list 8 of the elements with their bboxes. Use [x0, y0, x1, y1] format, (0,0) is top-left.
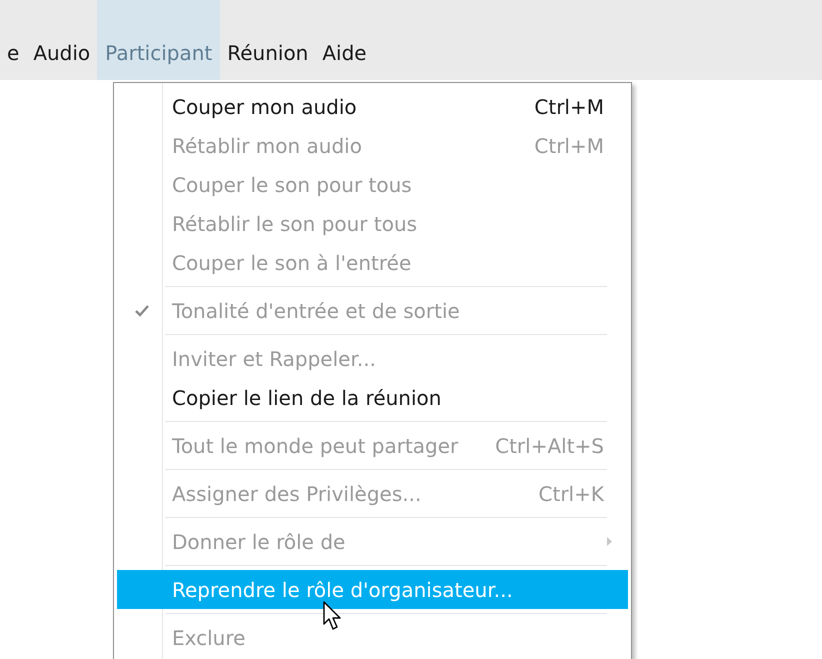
menu-bar-item[interactable]: Réunion	[220, 0, 316, 80]
mouse-pointer-icon	[323, 601, 343, 631]
menu-bar-item[interactable]: Audio	[26, 0, 98, 80]
menu-item[interactable]: Couper mon audio Ctrl+M	[117, 87, 628, 126]
menu-bar-item[interactable]: Participant	[97, 0, 220, 80]
menu-bar-item[interactable]: Aide	[315, 0, 374, 80]
menu-bar-item[interactable]: e	[0, 0, 26, 80]
menu-item[interactable]: Copier le lien de la réunion	[117, 378, 628, 417]
